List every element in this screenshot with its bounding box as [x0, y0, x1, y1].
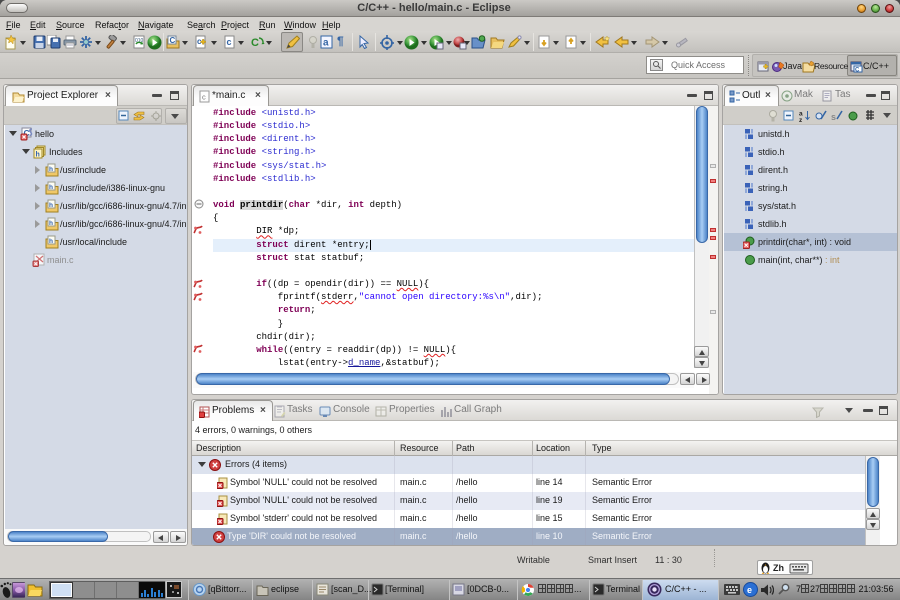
svg-text:s: s — [831, 112, 836, 122]
svg-text:c: c — [227, 37, 232, 47]
svg-text:e: e — [747, 585, 752, 595]
svg-text:c: c — [202, 93, 206, 102]
svg-text:C: C — [170, 36, 176, 45]
svg-text:h: h — [49, 166, 53, 173]
svg-text:h: h — [49, 202, 53, 209]
svg-text:C: C — [855, 68, 860, 74]
svg-text:h: h — [49, 184, 53, 191]
svg-text:z: z — [799, 117, 803, 122]
svg-text:h: h — [49, 238, 53, 245]
svg-text:h: h — [36, 152, 40, 159]
svg-text:C: C — [251, 37, 259, 49]
svg-text:h: h — [49, 220, 53, 227]
svg-text:a: a — [323, 38, 329, 49]
